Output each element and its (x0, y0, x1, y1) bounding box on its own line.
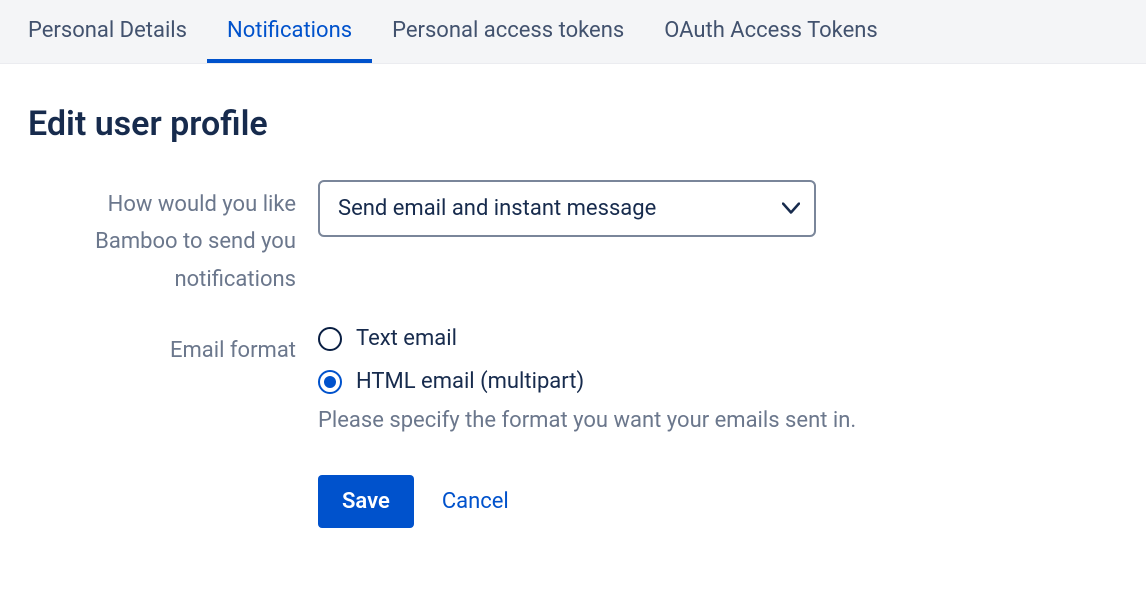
save-button[interactable]: Save (318, 475, 414, 528)
radio-circle-unchecked (318, 327, 342, 351)
notification-method-select[interactable]: Send email and instant message (318, 180, 816, 237)
form-row-notification-method: How would you like Bamboo to send you no… (28, 180, 1118, 298)
radio-text-email[interactable]: Text email (318, 326, 856, 351)
email-format-helper: Please specify the format you want your … (318, 408, 856, 433)
cancel-button[interactable]: Cancel (442, 489, 509, 514)
form-row-email-format: Email format Text email HTML email (mult… (28, 326, 1118, 433)
radio-dot (324, 376, 336, 388)
radio-label-html-email: HTML email (multipart) (356, 369, 584, 394)
content: Edit user profile How would you like Bam… (0, 64, 1146, 568)
tab-oauth-access-tokens[interactable]: OAuth Access Tokens (644, 0, 898, 63)
radio-circle-checked (318, 370, 342, 394)
email-format-radio-group: Text email HTML email (multipart) (318, 326, 856, 394)
tab-personal-access-tokens[interactable]: Personal access tokens (372, 0, 644, 63)
tab-notifications[interactable]: Notifications (207, 0, 372, 63)
notification-method-label: How would you like Bamboo to send you no… (28, 180, 318, 298)
tab-personal-details[interactable]: Personal Details (28, 0, 207, 63)
button-row: Save Cancel (318, 475, 1118, 528)
radio-html-email[interactable]: HTML email (multipart) (318, 369, 856, 394)
page-title: Edit user profile (28, 104, 1118, 144)
radio-label-text-email: Text email (356, 326, 457, 351)
tab-bar: Personal Details Notifications Personal … (0, 0, 1146, 64)
email-format-label: Email format (28, 326, 318, 369)
